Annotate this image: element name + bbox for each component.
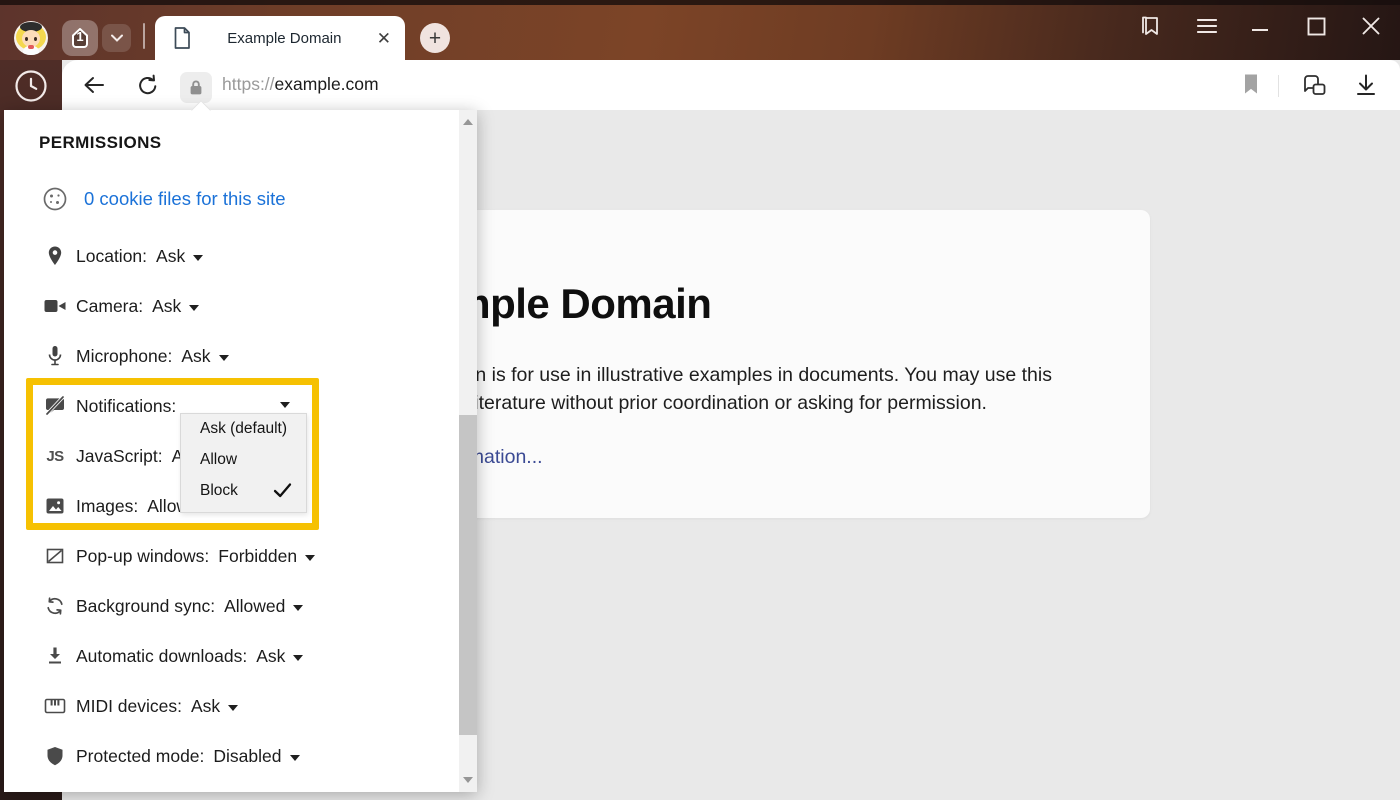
browser-tab[interactable]: Example Domain ✕ <box>155 16 405 60</box>
toolbar-divider <box>1278 75 1279 97</box>
popup-window-icon <box>44 546 66 566</box>
dropdown-caret-icon[interactable] <box>189 305 199 311</box>
javascript-icon: JS <box>44 448 66 465</box>
browser-top-bar: 1 Example Domain ✕ + <box>0 0 1400 60</box>
dropdown-caret-icon[interactable] <box>280 402 290 408</box>
scroll-down-icon[interactable] <box>463 777 473 783</box>
dropdown-caret-icon[interactable] <box>290 755 300 761</box>
page-paragraph-line2: domain in literature without prior coord… <box>380 389 1070 417</box>
download-icon <box>44 646 66 666</box>
minimize-icon[interactable] <box>1246 12 1274 40</box>
panel-scrollbar[interactable] <box>459 110 477 792</box>
menu-item-ask-default[interactable]: Ask (default) <box>181 414 306 445</box>
browser-window: 1 Example Domain ✕ + <box>0 0 1400 800</box>
page-heading: Example Domain <box>380 280 1070 328</box>
site-security-button[interactable] <box>180 72 212 103</box>
tab-close-icon[interactable]: ✕ <box>377 30 391 47</box>
permission-row-midi[interactable]: MIDI devices: Ask <box>4 681 444 731</box>
location-icon <box>44 245 66 267</box>
downloads-icon[interactable] <box>1354 73 1378 102</box>
dropdown-caret-icon[interactable] <box>193 255 203 261</box>
reload-icon[interactable] <box>136 73 160 102</box>
new-tab-button[interactable]: + <box>420 23 450 53</box>
panel-title: PERMISSIONS <box>39 133 161 153</box>
cookie-icon <box>42 186 68 212</box>
checkmark-icon <box>273 482 292 504</box>
back-icon[interactable] <box>82 73 106 102</box>
permission-row-auto-downloads[interactable]: Automatic downloads: Ask <box>4 631 444 681</box>
camera-icon <box>44 298 66 314</box>
chevron-down-icon <box>111 34 123 42</box>
url-scheme: https:// <box>222 74 275 94</box>
background-sync-icon <box>44 596 66 616</box>
cookie-files-row[interactable]: 0 cookie files for this site <box>42 186 286 212</box>
bookmark-icon[interactable] <box>1242 73 1260 100</box>
permission-row-camera[interactable]: Camera: Ask <box>4 281 444 331</box>
close-window-icon[interactable] <box>1357 12 1385 40</box>
address-bar: https://example.com <box>62 60 1400 110</box>
profile-avatar[interactable] <box>14 21 48 55</box>
dropdown-caret-icon[interactable] <box>293 605 303 611</box>
tab-counter-button[interactable]: 1 <box>62 20 98 56</box>
tab-title: Example Domain <box>192 30 377 47</box>
midi-icon <box>44 697 66 715</box>
menu-icon[interactable] <box>1193 12 1221 40</box>
history-icon[interactable] <box>14 69 48 108</box>
menu-item-allow[interactable]: Allow <box>181 445 306 476</box>
url-text[interactable]: https://example.com <box>222 74 379 95</box>
microphone-icon <box>44 345 66 367</box>
scrollbar-thumb[interactable] <box>459 415 477 735</box>
window-top-edge <box>0 0 1400 5</box>
page-icon <box>172 26 192 50</box>
permission-row-microphone[interactable]: Microphone: Ask <box>4 331 444 381</box>
tab-count: 1 <box>62 29 98 44</box>
tab-strip-divider <box>143 23 145 49</box>
dropdown-caret-icon[interactable] <box>219 355 229 361</box>
menu-item-block[interactable]: Block <box>181 476 306 507</box>
shield-icon <box>44 746 66 767</box>
notifications-muted-icon <box>44 396 66 416</box>
page-paragraph-line1: This domain is for use in illustrative e… <box>380 361 1070 389</box>
images-icon <box>44 496 66 516</box>
permission-row-popups[interactable]: Pop-up windows: Forbidden <box>4 531 444 581</box>
permissions-panel: PERMISSIONS 0 cookie files for this site… <box>4 110 477 792</box>
permission-row-background-sync[interactable]: Background sync: Allowed <box>4 581 444 631</box>
permission-row-location[interactable]: Location: Ask <box>4 231 444 281</box>
lock-icon <box>188 79 204 96</box>
permission-row-protected-mode[interactable]: Protected mode: Disabled <box>4 731 444 781</box>
scroll-up-icon[interactable] <box>463 119 473 125</box>
tab-list-dropdown[interactable] <box>102 24 131 52</box>
dropdown-caret-icon[interactable] <box>228 705 238 711</box>
extensions-icon[interactable] <box>1300 73 1328 104</box>
dropdown-caret-icon[interactable] <box>305 555 315 561</box>
dropdown-caret-icon[interactable] <box>293 655 303 661</box>
url-host: example.com <box>275 74 379 94</box>
cookie-files-link[interactable]: 0 cookie files for this site <box>84 188 286 210</box>
notifications-dropdown-menu: Ask (default) Allow Block <box>180 413 307 513</box>
maximize-icon[interactable] <box>1302 12 1330 40</box>
side-panel-bookmarks-icon[interactable] <box>1136 12 1164 40</box>
